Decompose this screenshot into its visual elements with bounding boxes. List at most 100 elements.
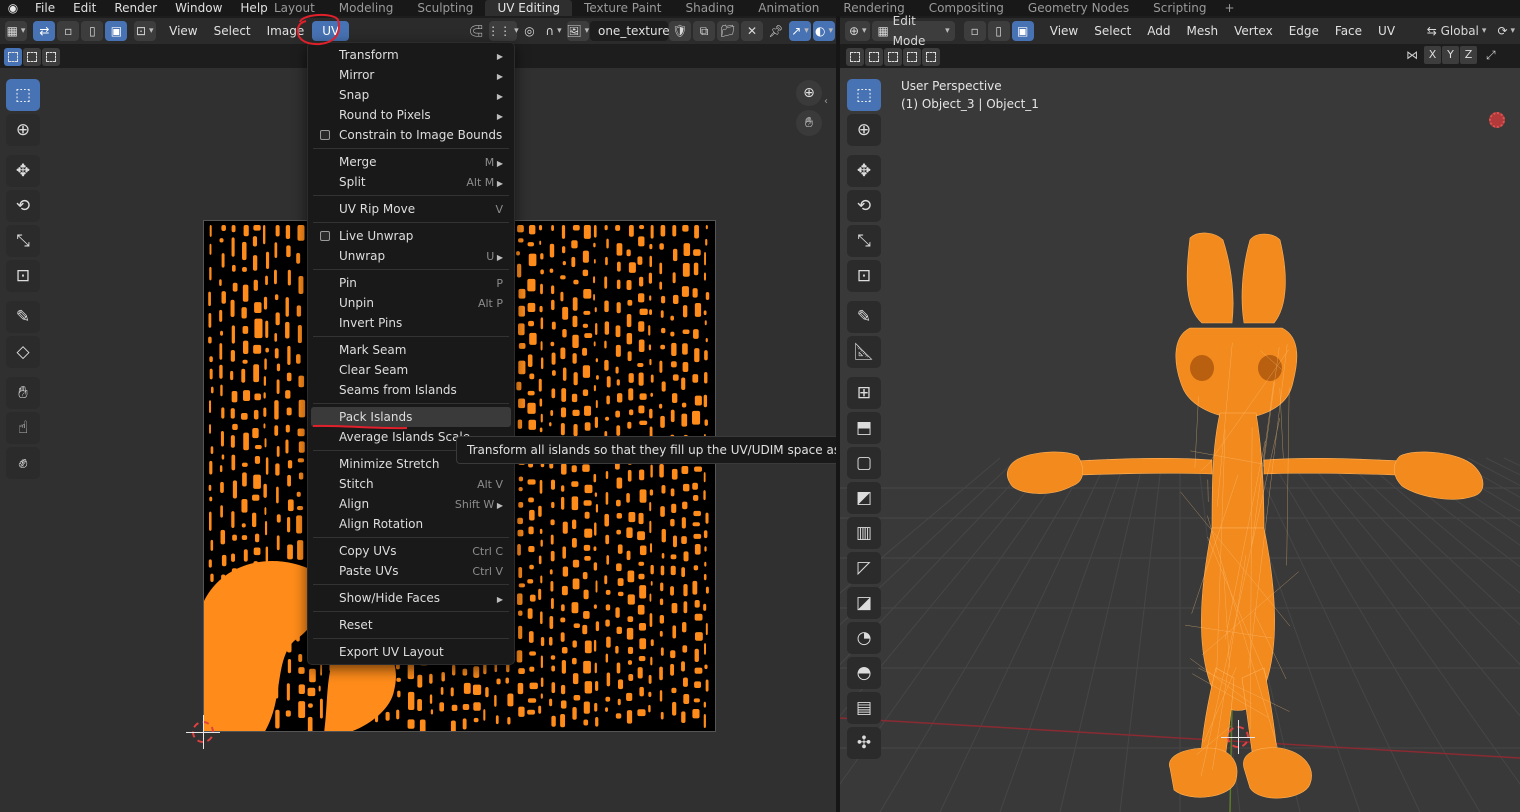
fake-user-icon[interactable]: 🛡︎ <box>668 21 691 41</box>
vp-select-intersect-icon[interactable] <box>922 48 940 66</box>
uv-sculpt-icon[interactable]: ↗ <box>788 21 811 41</box>
vp-select-extend-icon[interactable] <box>865 48 883 66</box>
vp-select-invert-icon[interactable] <box>903 48 921 66</box>
transform-tool-icon[interactable]: ⊡ <box>6 260 40 292</box>
image-browse-icon[interactable]: 🖼︎ <box>566 21 589 41</box>
tab-sculpting[interactable]: Sculpting <box>405 0 485 16</box>
select-box-tool-icon[interactable]: ⬚ <box>6 79 40 111</box>
menu-item-round-to-pixels[interactable]: Round to Pixels ▶ <box>311 105 511 125</box>
blender-logo-icon[interactable]: ◉ <box>0 1 26 15</box>
viewport-menu-select[interactable]: Select <box>1086 19 1139 43</box>
menu-item-constrain-to-image-bounds[interactable]: Constrain to Image Bounds <box>311 125 511 145</box>
viewport-menu-face[interactable]: Face <box>1327 19 1370 43</box>
viewport-menu-vertex[interactable]: Vertex <box>1226 19 1281 43</box>
menu-edit[interactable]: Edit <box>64 0 105 16</box>
viewport-menu-edge[interactable]: Edge <box>1281 19 1327 43</box>
menu-item-split[interactable]: Split Alt M ▶ <box>311 172 511 192</box>
viewport-menu-mesh[interactable]: Mesh <box>1179 19 1227 43</box>
uv-menu-view[interactable]: View <box>161 19 205 43</box>
pinch-tool-icon[interactable]: ✊︎ <box>6 447 40 479</box>
image-name-field[interactable]: one_texture <box>589 21 670 41</box>
rip-tool-icon[interactable]: ◇ <box>6 336 40 368</box>
menu-item-export-uv-layout[interactable]: Export UV Layout <box>311 642 511 662</box>
axis-z-toggle[interactable]: Z <box>1460 46 1477 64</box>
select-new-icon[interactable] <box>4 48 22 66</box>
menu-item-mirror[interactable]: Mirror ▶ <box>311 65 511 85</box>
menu-item-align-rotation[interactable]: Align Rotation <box>311 514 511 534</box>
vp-select-subtract-icon[interactable] <box>884 48 902 66</box>
vp-select-new-icon[interactable] <box>846 48 864 66</box>
edge-select-icon[interactable]: ▯ <box>81 21 104 41</box>
snap-icon[interactable]: 🧲︎ <box>465 21 487 41</box>
overlays-icon[interactable]: ◐ <box>812 21 835 41</box>
menu-item-live-unwrap[interactable]: Live Unwrap <box>311 226 511 246</box>
menu-item-unwrap[interactable]: Unwrap U ▶ <box>311 246 511 266</box>
axis-y-toggle[interactable]: Y <box>1442 46 1459 64</box>
menu-item-transform[interactable]: Transform ▶ <box>311 45 511 65</box>
3d-cursor-icon[interactable] <box>1221 720 1255 754</box>
menu-item-invert-pins[interactable]: Invert Pins <box>311 313 511 333</box>
tab-shading[interactable]: Shading <box>673 0 746 16</box>
menu-item-stitch[interactable]: Stitch Alt V <box>311 474 511 494</box>
add-workspace-button[interactable]: + <box>1219 0 1241 16</box>
menu-window[interactable]: Window <box>166 0 231 16</box>
checkbox-icon[interactable] <box>320 130 330 140</box>
menu-render[interactable]: Render <box>105 0 166 16</box>
menu-item-seams-from-islands[interactable]: Seams from Islands <box>311 380 511 400</box>
uv-2d-cursor-icon[interactable] <box>186 715 220 749</box>
snap-target-icon[interactable]: ⋮⋮ <box>487 21 517 41</box>
menu-item-paste-uvs[interactable]: Paste UVs Ctrl V <box>311 561 511 581</box>
tab-scripting[interactable]: Scripting <box>1141 0 1218 16</box>
menu-item-reset[interactable]: Reset <box>311 615 511 635</box>
edge-mode-icon[interactable]: ▯ <box>987 21 1010 41</box>
tab-uv-editing[interactable]: UV Editing <box>485 0 573 16</box>
scale-tool-icon[interactable]: ⤡ <box>6 225 40 257</box>
grab-tool-icon[interactable]: ✋︎ <box>6 377 40 409</box>
sticky-select-icon[interactable]: ⊡ <box>133 21 156 41</box>
unlink-image-icon[interactable]: ✕ <box>740 21 763 41</box>
menu-file[interactable]: File <box>26 0 64 16</box>
menu-item-align[interactable]: Align Shift W ▶ <box>311 494 511 514</box>
mode-selector[interactable]: ▦ Edit Mode <box>872 14 955 48</box>
annotate-tool-icon[interactable]: ✎ <box>6 301 40 333</box>
checkbox-icon[interactable] <box>320 231 330 241</box>
auto-merge-icon[interactable]: ⤢ <box>1486 48 1496 63</box>
relax-tool-icon[interactable]: ☝︎ <box>6 412 40 444</box>
vertex-mode-icon[interactable]: ▫ <box>963 21 986 41</box>
menu-item-snap[interactable]: Snap ▶ <box>311 85 511 105</box>
move-tool-icon[interactable]: ✥ <box>6 155 40 187</box>
menu-item-unpin[interactable]: Unpin Alt P <box>311 293 511 313</box>
duplicate-image-icon[interactable]: ⧉ <box>692 21 715 41</box>
pin-image-icon[interactable]: 📌︎ <box>765 21 787 41</box>
vertex-select-icon[interactable]: ▫ <box>57 21 80 41</box>
sidebar-toggle-icon[interactable]: ‹ <box>824 96 828 107</box>
face-mode-icon[interactable]: ▣ <box>1011 21 1034 41</box>
open-image-icon[interactable]: 📁︎ <box>716 21 739 41</box>
cursor-tool-icon[interactable]: ⊕ <box>6 114 40 146</box>
tab-animation[interactable]: Animation <box>746 0 831 16</box>
viewport-menu-uv[interactable]: UV <box>1370 19 1403 43</box>
axis-x-toggle[interactable]: X <box>1424 46 1441 64</box>
tab-geometry-nodes[interactable]: Geometry Nodes <box>1016 0 1141 16</box>
select-extend-icon[interactable] <box>23 48 41 66</box>
menu-item-uv-rip-move[interactable]: UV Rip Move V <box>311 199 511 219</box>
zoom-icon[interactable]: ⊕ <box>796 80 822 106</box>
falloff-icon[interactable]: ∩ <box>543 21 565 41</box>
menu-item-pin[interactable]: Pin P <box>311 273 511 293</box>
pan-hand-icon[interactable]: ✋︎ <box>796 110 822 136</box>
sync-selection-icon[interactable]: ⇄ <box>33 21 56 41</box>
uv-menu-select[interactable]: Select <box>206 19 259 43</box>
proportional-edit-icon[interactable]: ◎ <box>519 21 541 41</box>
face-select-icon[interactable]: ▣ <box>105 21 128 41</box>
viewport-editor-type-icon[interactable]: ⊕ <box>845 21 871 41</box>
menu-item-clear-seam[interactable]: Clear Seam <box>311 360 511 380</box>
transform-orientation[interactable]: ⇆ Global <box>1422 21 1492 41</box>
tab-texture-paint[interactable]: Texture Paint <box>572 0 673 16</box>
editor-type-icon[interactable]: ▦ <box>5 21 27 41</box>
viewport-menu-add[interactable]: Add <box>1139 19 1178 43</box>
pivot-point-icon[interactable]: ⟳ <box>1494 21 1519 41</box>
viewport-menu-view[interactable]: View <box>1042 19 1086 43</box>
menu-item-merge[interactable]: Merge M ▶ <box>311 152 511 172</box>
3d-viewport[interactable]: User Perspective (1) Object_3 | Object_1… <box>840 68 1520 812</box>
rotate-tool-icon[interactable]: ⟲ <box>6 190 40 222</box>
